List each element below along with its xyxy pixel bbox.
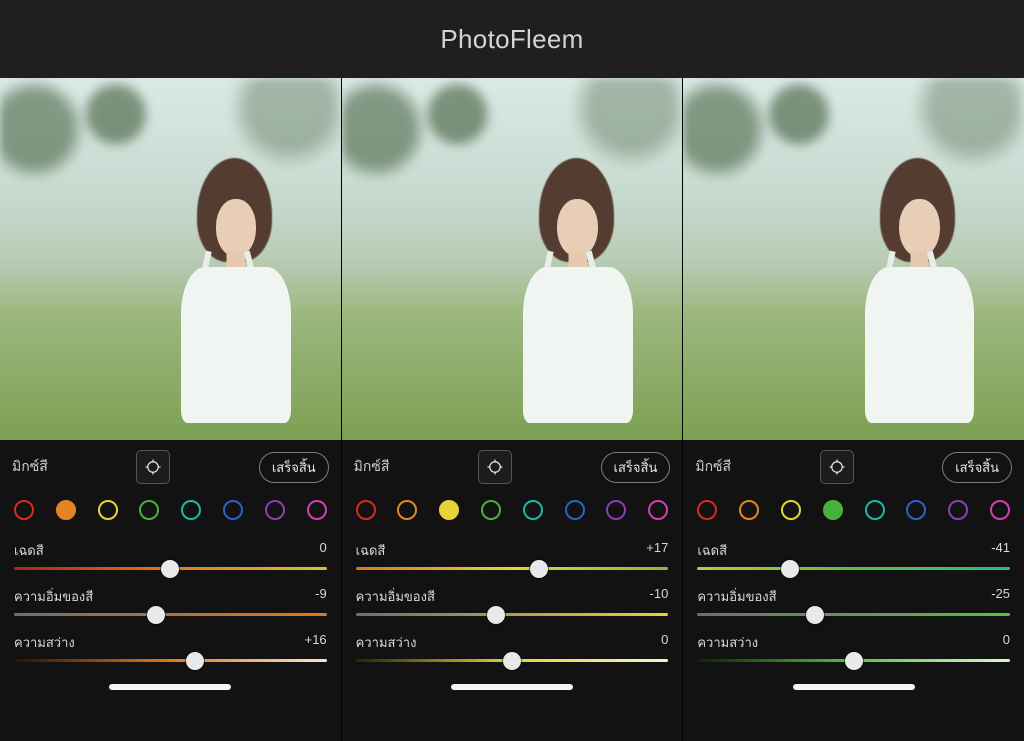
hue-slider-row: เฉดสี +17 xyxy=(356,540,669,570)
color-mix-label: มิกซ์สี xyxy=(354,456,390,478)
saturation-slider-row: ความอิ่มของสี -25 xyxy=(697,586,1010,616)
saturation-label: ความอิ่มของสี xyxy=(697,586,776,607)
color-swatch[interactable] xyxy=(697,500,717,520)
done-button[interactable]: เสร็จสิ้น xyxy=(601,452,671,483)
hue-slider[interactable] xyxy=(356,567,669,570)
color-swatch[interactable] xyxy=(98,500,118,520)
color-swatch[interactable] xyxy=(181,500,201,520)
home-indicator xyxy=(451,684,573,690)
color-swatch[interactable] xyxy=(356,500,376,520)
editor-panel: มิกซ์สี เสร็จสิ้น เฉดสี +17 ความอิ่มของส… xyxy=(341,78,683,741)
color-swatch[interactable] xyxy=(990,500,1010,520)
color-swatch[interactable] xyxy=(523,500,543,520)
hue-slider[interactable] xyxy=(697,567,1010,570)
saturation-slider[interactable] xyxy=(697,613,1010,616)
color-swatch[interactable] xyxy=(139,500,159,520)
color-swatch[interactable] xyxy=(481,500,501,520)
target-adjust-button[interactable] xyxy=(478,450,512,484)
hue-label: เฉดสี xyxy=(697,540,727,561)
saturation-value: -10 xyxy=(650,586,669,607)
color-swatch[interactable] xyxy=(948,500,968,520)
color-swatch[interactable] xyxy=(739,500,759,520)
color-swatch[interactable] xyxy=(56,500,76,520)
color-swatch[interactable] xyxy=(606,500,626,520)
photo-preview[interactable] xyxy=(683,78,1024,440)
luminance-label: ความสว่าง xyxy=(697,632,758,653)
saturation-slider-row: ความอิ่มของสี -9 xyxy=(14,586,327,616)
slider-group: เฉดสี +17 ความอิ่มของสี -10 ความสว่าง 0 xyxy=(342,534,683,678)
target-adjust-button[interactable] xyxy=(820,450,854,484)
color-swatch[interactable] xyxy=(265,500,285,520)
saturation-slider-row: ความอิ่มของสี -10 xyxy=(356,586,669,616)
color-mix-label: มิกซ์สี xyxy=(695,456,731,478)
luminance-value: 0 xyxy=(1003,632,1010,653)
color-swatch[interactable] xyxy=(439,500,459,520)
color-swatch-row xyxy=(342,490,683,534)
saturation-slider-knob[interactable] xyxy=(147,606,165,624)
luminance-slider-row: ความสว่าง 0 xyxy=(356,632,669,662)
luminance-slider[interactable] xyxy=(697,659,1010,662)
color-mix-toolbar: มิกซ์สี เสร็จสิ้น xyxy=(342,440,683,490)
done-button[interactable]: เสร็จสิ้น xyxy=(942,452,1012,483)
saturation-slider-knob[interactable] xyxy=(806,606,824,624)
color-swatch-row xyxy=(683,490,1024,534)
hue-slider-row: เฉดสี -41 xyxy=(697,540,1010,570)
saturation-slider[interactable] xyxy=(356,613,669,616)
saturation-label: ความอิ่มของสี xyxy=(356,586,435,607)
luminance-slider-row: ความสว่าง 0 xyxy=(697,632,1010,662)
home-indicator xyxy=(793,684,915,690)
color-swatch[interactable] xyxy=(565,500,585,520)
color-swatch[interactable] xyxy=(648,500,668,520)
color-swatch[interactable] xyxy=(223,500,243,520)
target-adjust-button[interactable] xyxy=(136,450,170,484)
saturation-label: ความอิ่มของสี xyxy=(14,586,93,607)
luminance-value: 0 xyxy=(661,632,668,653)
editor-panel: มิกซ์สี เสร็จสิ้น เฉดสี -41 ความอิ่มของส… xyxy=(682,78,1024,741)
luminance-label: ความสว่าง xyxy=(14,632,75,653)
hue-slider-row: เฉดสี 0 xyxy=(14,540,327,570)
luminance-slider-row: ความสว่าง +16 xyxy=(14,632,327,662)
hue-slider-knob[interactable] xyxy=(530,560,548,578)
hue-label: เฉดสี xyxy=(356,540,386,561)
header: PhotoFleem xyxy=(0,0,1024,78)
hue-slider-knob[interactable] xyxy=(781,560,799,578)
hue-slider-knob[interactable] xyxy=(161,560,179,578)
luminance-slider[interactable] xyxy=(14,659,327,662)
color-swatch[interactable] xyxy=(397,500,417,520)
brand-title: PhotoFleem xyxy=(440,24,583,55)
color-swatch[interactable] xyxy=(865,500,885,520)
home-indicator xyxy=(109,684,231,690)
hue-label: เฉดสี xyxy=(14,540,44,561)
color-swatch-row xyxy=(0,490,341,534)
color-mix-toolbar: มิกซ์สี เสร็จสิ้น xyxy=(0,440,341,490)
color-mix-label: มิกซ์สี xyxy=(12,456,48,478)
panels-row: มิกซ์สี เสร็จสิ้น เฉดสี 0 ความอิ่มของสี … xyxy=(0,78,1024,741)
color-mix-toolbar: มิกซ์สี เสร็จสิ้น xyxy=(683,440,1024,490)
hue-value: -41 xyxy=(991,540,1010,561)
color-swatch[interactable] xyxy=(823,500,843,520)
color-swatch[interactable] xyxy=(906,500,926,520)
saturation-slider[interactable] xyxy=(14,613,327,616)
luminance-slider-knob[interactable] xyxy=(186,652,204,670)
luminance-value: +16 xyxy=(305,632,327,653)
hue-value: +17 xyxy=(646,540,668,561)
saturation-value: -9 xyxy=(315,586,327,607)
luminance-slider-knob[interactable] xyxy=(503,652,521,670)
color-swatch[interactable] xyxy=(781,500,801,520)
saturation-value: -25 xyxy=(991,586,1010,607)
saturation-slider-knob[interactable] xyxy=(487,606,505,624)
slider-group: เฉดสี -41 ความอิ่มของสี -25 ความสว่าง 0 xyxy=(683,534,1024,678)
slider-group: เฉดสี 0 ความอิ่มของสี -9 ความสว่าง +16 xyxy=(0,534,341,678)
photo-preview[interactable] xyxy=(342,78,683,440)
hue-slider[interactable] xyxy=(14,567,327,570)
photo-preview[interactable] xyxy=(0,78,341,440)
done-button[interactable]: เสร็จสิ้น xyxy=(259,452,329,483)
color-swatch[interactable] xyxy=(14,500,34,520)
editor-panel: มิกซ์สี เสร็จสิ้น เฉดสี 0 ความอิ่มของสี … xyxy=(0,78,341,741)
luminance-slider[interactable] xyxy=(356,659,669,662)
luminance-label: ความสว่าง xyxy=(356,632,417,653)
color-swatch[interactable] xyxy=(307,500,327,520)
luminance-slider-knob[interactable] xyxy=(845,652,863,670)
hue-value: 0 xyxy=(319,540,326,561)
